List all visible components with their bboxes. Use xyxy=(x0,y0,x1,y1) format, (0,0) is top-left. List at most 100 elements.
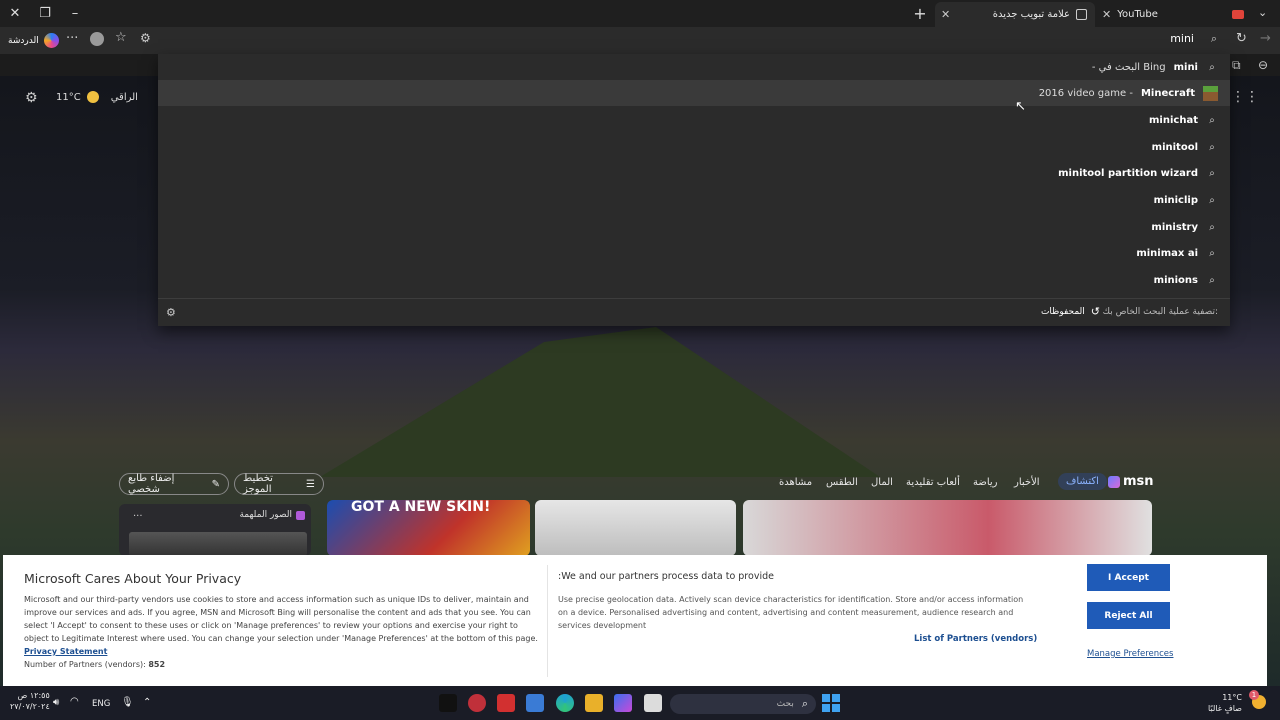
start-logo-tile xyxy=(822,704,830,712)
nav-sports[interactable]: رياضة xyxy=(973,477,998,488)
card-headline: GOT A NEW SKIN! xyxy=(351,500,491,515)
suggestion-item[interactable]: minimax ai ⌕ xyxy=(158,240,1230,266)
volume-icon[interactable]: 🔊︎ xyxy=(53,697,59,708)
microsoft-store-icon[interactable] xyxy=(526,694,544,712)
tech-news-card[interactable] xyxy=(743,500,1152,556)
suggestion-item[interactable]: minions ⌕ xyxy=(158,267,1230,293)
history-label: المحفوظات xyxy=(1040,306,1085,317)
address-bar[interactable]: mini ⌕ xyxy=(158,27,1230,54)
close-window-button[interactable]: ✕ xyxy=(0,0,30,27)
feed-layout-button[interactable]: ☰ تخطيط الموجز xyxy=(234,473,324,495)
taskbar-weather-temp: 11°C xyxy=(1222,693,1242,702)
browser-essentials-icon[interactable]: ⊖ xyxy=(1258,58,1268,72)
apps-grid-icon[interactable]: ⋮⋮ xyxy=(1231,89,1259,105)
back-icon[interactable]: → xyxy=(1260,31,1271,46)
accept-button[interactable]: I Accept xyxy=(1087,564,1170,591)
suggestion-rest: - البحث في Bing xyxy=(1091,61,1166,73)
clock-time: ١٢:٥٥ ص xyxy=(17,691,50,700)
process-data-title: :We and our partners process data to pro… xyxy=(558,571,774,582)
start-logo-tile xyxy=(822,694,830,702)
nav-news[interactable]: الأخبار xyxy=(1014,477,1040,488)
msn-logo[interactable]: msn xyxy=(1108,474,1154,489)
suggestion-item[interactable]: - البحث في Bing mini ⌕ xyxy=(158,54,1230,80)
start-logo-tile xyxy=(832,694,840,702)
collections-icon[interactable]: ⧉ xyxy=(1232,58,1241,73)
suggestion-item[interactable]: minichat ⌕ xyxy=(158,107,1230,133)
feed-layout-label: تخطيط الموجز xyxy=(243,473,273,495)
copilot-icon xyxy=(43,33,59,48)
nav-discover[interactable]: اكتشاف xyxy=(1058,473,1107,490)
chat-label: الدردشة xyxy=(8,35,39,46)
close-tab-icon[interactable]: ✕ xyxy=(1102,8,1111,21)
search-icon: ⌕ xyxy=(1209,141,1215,153)
minimize-window-button[interactable]: – xyxy=(60,0,90,27)
suggestion-item[interactable]: miniclip ⌕ xyxy=(158,187,1230,213)
taskbar-search-placeholder: بحث xyxy=(776,699,794,709)
app-icon-red[interactable] xyxy=(468,694,486,712)
start-button[interactable] xyxy=(822,694,840,712)
giraffe-news-card[interactable] xyxy=(535,500,736,556)
microphone-icon[interactable]: 🎙︎ xyxy=(121,697,134,708)
copilot-taskbar-icon[interactable] xyxy=(614,694,632,712)
nav-weather[interactable]: الطقس xyxy=(826,477,858,488)
nav-watch[interactable]: مشاهدة xyxy=(779,477,812,488)
taskbar-search-box[interactable]: بحث ⌕ xyxy=(670,694,816,714)
mouse-cursor-icon: ↖ xyxy=(1015,99,1026,114)
tab-list-chevron-icon[interactable]: ⌄ xyxy=(1258,6,1267,19)
nav-classic-games[interactable]: ألعاب تقليدية xyxy=(906,477,960,488)
favorites-icon[interactable]: ☆ xyxy=(115,30,127,45)
youtube-icon xyxy=(1232,10,1244,19)
weather-widget[interactable]: 11°C الراقي xyxy=(56,91,138,103)
suggestion-item[interactable]: ministry ⌕ xyxy=(158,214,1230,240)
taskbar-clock[interactable]: ١٢:٥٥ ص ٢٧/٠٧/٢٠٢٤ xyxy=(10,690,50,712)
copilot-chat-button[interactable]: الدردشة xyxy=(8,33,59,48)
suggestion-bold: Minecraft xyxy=(1140,87,1195,99)
game-news-card[interactable]: GOT A NEW SKIN! xyxy=(327,500,530,556)
profile-avatar[interactable] xyxy=(90,32,104,46)
app-icon-window[interactable] xyxy=(644,694,662,712)
restore-window-button[interactable]: ❐ xyxy=(30,0,60,27)
page-settings-gear-icon[interactable]: ⚙ xyxy=(25,90,38,106)
history-filter-button[interactable]: المحفوظات ↺ xyxy=(1041,305,1100,318)
app-icon-news[interactable] xyxy=(497,694,515,712)
personalize-button[interactable]: ✎ إضفاء طابع شخصي xyxy=(119,473,229,495)
vendors-count: 852 xyxy=(148,660,166,669)
new-tab-page-icon xyxy=(1076,9,1087,20)
nav-money[interactable]: المال xyxy=(871,477,893,488)
manage-preferences-link[interactable]: Manage Preferences xyxy=(1087,649,1173,659)
extensions-icon[interactable]: ⚙ xyxy=(140,31,151,45)
wifi-icon[interactable]: ◠ xyxy=(70,696,79,707)
suggestion-settings-gear-icon[interactable]: ⚙ xyxy=(166,306,176,319)
suggestion-item[interactable]: 2016 video game - Minecraft xyxy=(158,80,1230,106)
tab-youtube[interactable]: ✕ YouTube xyxy=(1096,2,1252,27)
new-tab-button[interactable]: + xyxy=(905,0,935,27)
taskbar-weather[interactable]: 11°C صافٍ غالبًا xyxy=(1208,692,1242,714)
reject-all-button[interactable]: Reject All xyxy=(1087,602,1170,629)
suggestion-item[interactable]: minitool partition wizard ⌕ xyxy=(158,160,1230,186)
more-options-icon[interactable]: ··· xyxy=(66,31,78,46)
weather-moon-icon xyxy=(86,91,99,103)
privacy-title: Microsoft Cares About Your Privacy xyxy=(24,571,242,586)
show-hidden-icons-chevron-icon[interactable]: ⌃ xyxy=(143,697,151,708)
inspiring-images-header: الصور الملهمة xyxy=(239,510,305,520)
more-options-icon[interactable]: ... xyxy=(133,508,143,519)
language-indicator[interactable]: ENG xyxy=(92,699,110,709)
inspiring-images-card[interactable]: ... الصور الملهمة xyxy=(119,504,311,556)
address-input[interactable]: mini xyxy=(1170,32,1194,45)
close-tab-icon[interactable]: ✕ xyxy=(935,8,950,21)
suggestion-item[interactable]: minitool ⌕ xyxy=(158,134,1230,160)
tiktok-icon[interactable] xyxy=(439,694,457,712)
file-explorer-icon[interactable] xyxy=(585,694,603,712)
refresh-icon[interactable]: ↻ xyxy=(1236,31,1247,46)
partners-list-link[interactable]: List of Partners (vendors) xyxy=(914,634,1037,644)
privacy-statement-link[interactable]: Privacy Statement xyxy=(24,647,107,656)
suggestion-bold: minitool partition wizard xyxy=(1058,167,1198,179)
search-icon: ⌕ xyxy=(1209,61,1215,73)
search-icon: ⌕ xyxy=(1209,247,1215,259)
tab-new-tab[interactable]: ✕ علامة تبويب جديدة xyxy=(935,2,1095,27)
inspiring-images-label: الصور الملهمة xyxy=(239,510,292,520)
search-icon: ⌕ xyxy=(1209,194,1215,206)
start-logo-tile xyxy=(832,704,840,712)
privacy-consent-banner: Microsoft Cares About Your Privacy Micro… xyxy=(3,555,1267,686)
edge-browser-icon[interactable] xyxy=(556,694,574,712)
